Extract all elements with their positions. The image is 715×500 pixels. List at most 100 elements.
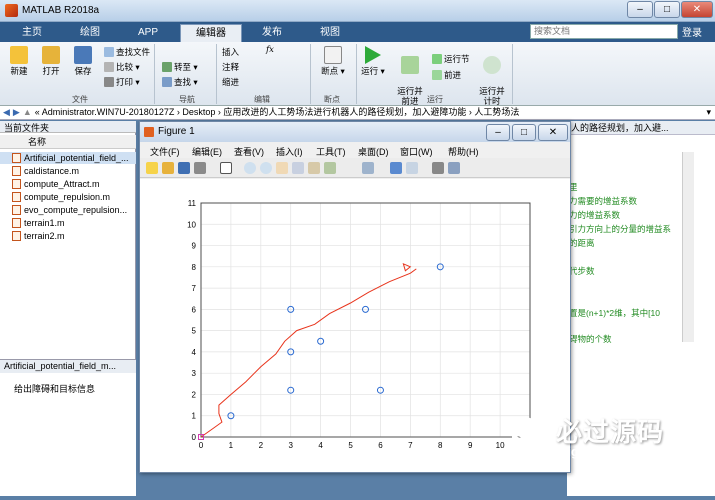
tab-apps[interactable]: APP xyxy=(120,24,176,42)
y-tick-label: 11 xyxy=(188,199,197,208)
run-icon xyxy=(365,46,381,64)
watermark-url: Biguo100.com xyxy=(558,444,647,459)
minimize-button[interactable]: – xyxy=(627,1,653,18)
breakpoints-button[interactable]: 断点 ▾ xyxy=(318,46,348,76)
file-item[interactable]: terrain2.m xyxy=(0,230,136,242)
menu-desktop[interactable]: 桌面(D) xyxy=(358,145,389,158)
link-plot-icon[interactable] xyxy=(362,162,374,174)
address-path: « Administrator.WIN7U-20180127Z › Deskto… xyxy=(34,107,520,117)
menu-window[interactable]: 窗口(W) xyxy=(400,145,433,158)
editor-scrollbar[interactable] xyxy=(682,152,694,342)
zoom-out-icon[interactable] xyxy=(260,162,272,174)
y-tick-label: 7 xyxy=(192,284,197,293)
address-dropdown-icon[interactable]: ▾ xyxy=(706,106,711,119)
search-documentation-input[interactable]: 搜索文档 xyxy=(530,24,678,39)
find-button[interactable]: 查找 ▾ xyxy=(162,76,198,88)
find-files-button[interactable]: 查找文件 xyxy=(104,46,150,58)
compare-button[interactable]: 比较 ▾ xyxy=(104,61,140,73)
menu-view[interactable]: 查看(V) xyxy=(234,145,264,158)
details-title: Artificial_potential_field_m... xyxy=(0,360,136,373)
name-column-header[interactable]: 名称 xyxy=(0,135,136,149)
x-tick-label: 8 xyxy=(438,441,443,450)
x-tick-label: 7 xyxy=(408,441,413,450)
editor-tab-title[interactable]: 人的路径规划，加入避... xyxy=(567,121,715,135)
x-tick-label: 5 xyxy=(348,441,353,450)
y-tick-label: 5 xyxy=(192,327,197,336)
code-comment-line: 力的增益系数 xyxy=(569,210,621,220)
hide-plot-tools-icon[interactable] xyxy=(432,162,444,174)
save-figure-icon[interactable] xyxy=(178,162,190,174)
fx-button[interactable]: fx xyxy=(266,45,274,55)
y-tick-label: 1 xyxy=(192,412,197,421)
menu-file[interactable]: 文件(F) xyxy=(150,145,180,158)
menu-help[interactable]: 帮助(H) xyxy=(448,145,479,158)
forward-icon[interactable]: ▶ xyxy=(13,107,20,117)
indent-button[interactable]: 缩进 xyxy=(222,76,239,88)
insert-button[interactable]: 插入 xyxy=(222,46,239,58)
show-plot-tools-icon[interactable] xyxy=(448,162,460,174)
pan-icon[interactable] xyxy=(276,162,288,174)
legend-icon[interactable] xyxy=(406,162,418,174)
tab-publish[interactable]: 发布 xyxy=(244,24,300,42)
up-folder-icon[interactable]: ▲ xyxy=(23,107,32,117)
open-button[interactable]: 打开 xyxy=(38,46,64,76)
code-comment-line: 的距离 xyxy=(569,238,595,248)
figure-maximize-button[interactable]: □ xyxy=(512,124,536,141)
zoom-in-icon[interactable] xyxy=(244,162,256,174)
data-cursor-icon[interactable] xyxy=(308,162,320,174)
run-button[interactable]: 运行 ▾ xyxy=(360,46,386,76)
file-item[interactable]: evo_compute_repulsion... xyxy=(0,204,136,216)
figure-minimize-button[interactable]: – xyxy=(486,124,510,141)
find-files-icon xyxy=(104,47,114,57)
run-time-icon xyxy=(483,56,501,74)
advance-button[interactable]: 前进 xyxy=(432,69,461,81)
m-file-icon xyxy=(12,205,21,215)
figure-title: Figure 1 xyxy=(158,126,195,137)
file-item[interactable]: caldistance.m xyxy=(0,165,136,177)
goto-icon xyxy=(162,62,172,72)
ribbon-separator xyxy=(356,44,357,104)
ribbon-separator xyxy=(310,44,311,104)
figure-close-button[interactable]: ✕ xyxy=(538,124,568,141)
code-comment-line: 力需要的增益系数 xyxy=(569,196,638,206)
comment-button[interactable]: 注释 xyxy=(222,61,239,73)
x-tick-label: 6 xyxy=(378,441,383,450)
back-icon[interactable]: ◀ xyxy=(3,107,10,117)
file-item[interactable]: compute_Attract.m xyxy=(0,178,136,190)
menu-tools[interactable]: 工具(T) xyxy=(316,145,346,158)
file-item[interactable]: compute_repulsion.m xyxy=(0,191,136,203)
menu-edit[interactable]: 编辑(E) xyxy=(192,145,222,158)
goto-button[interactable]: 转至 ▾ xyxy=(162,61,198,73)
pointer-icon[interactable] xyxy=(220,162,232,174)
new-button[interactable]: 新建 xyxy=(6,46,32,76)
x-tick-label: 2 xyxy=(259,441,264,450)
close-button[interactable]: ✕ xyxy=(681,1,713,18)
print-figure-icon[interactable] xyxy=(194,162,206,174)
ribbon-separator xyxy=(154,44,155,104)
login-button[interactable]: 登录 xyxy=(682,24,702,39)
details-description: 给出障碍和目标信息 xyxy=(14,384,96,394)
watermark: 必过源码 Biguo100.com xyxy=(500,408,710,464)
y-tick-label: 9 xyxy=(192,242,197,251)
tab-plots[interactable]: 绘图 xyxy=(62,24,118,42)
maximize-button[interactable]: □ xyxy=(654,1,680,18)
brush-icon[interactable] xyxy=(324,162,336,174)
tab-editor[interactable]: 编辑器 xyxy=(180,24,242,42)
run-section-button[interactable]: 运行节 xyxy=(432,53,470,65)
save-button[interactable]: 保存 xyxy=(70,46,96,76)
m-file-icon xyxy=(12,218,21,228)
rotate-3d-icon[interactable] xyxy=(292,162,304,174)
open-file-icon[interactable] xyxy=(162,162,174,174)
tab-view[interactable]: 视图 xyxy=(302,24,358,42)
matlab-logo-icon xyxy=(5,4,18,17)
app-title-bar: MATLAB R2018a – □ ✕ xyxy=(0,0,715,22)
file-item[interactable]: terrain1.m xyxy=(0,217,136,229)
file-item[interactable]: Artificial_potential_field_... xyxy=(0,152,136,164)
colorbar-icon[interactable] xyxy=(390,162,402,174)
menu-insert[interactable]: 插入(I) xyxy=(276,145,303,158)
address-bar[interactable]: ◀ ▶ ▲ « Administrator.WIN7U-20180127Z › Des… xyxy=(0,106,715,120)
y-tick-label: 2 xyxy=(192,390,197,399)
tab-home[interactable]: 主页 xyxy=(4,24,60,42)
new-figure-icon[interactable] xyxy=(146,162,158,174)
print-button[interactable]: 打印 ▾ xyxy=(104,76,140,88)
